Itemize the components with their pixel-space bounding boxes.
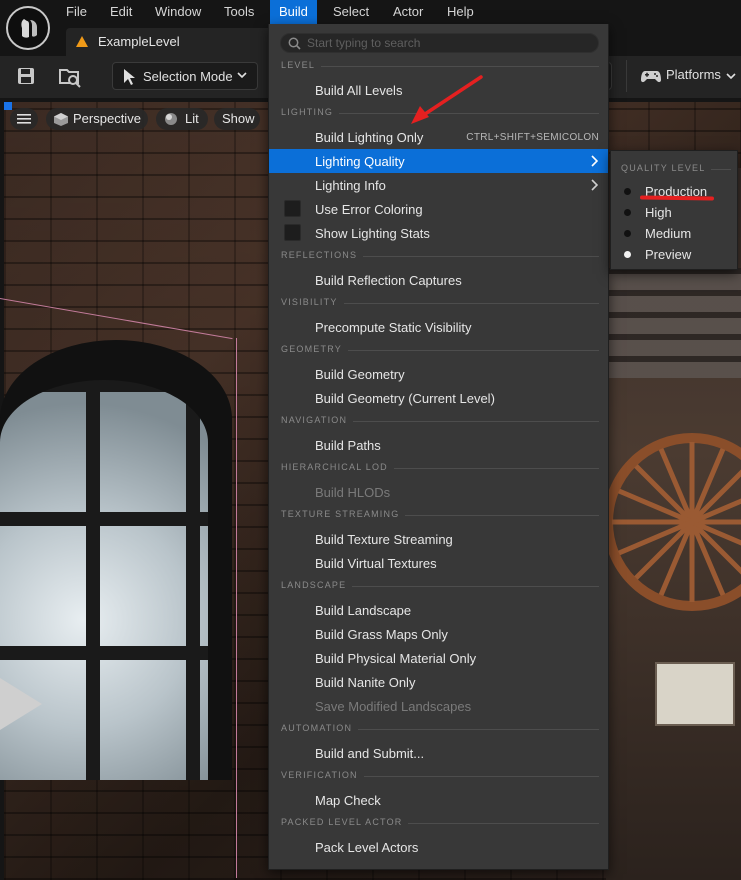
menu-edit[interactable]: Edit bbox=[101, 0, 141, 24]
menu-item-map-check[interactable]: Map Check bbox=[269, 788, 608, 812]
menu-item-lighting-quality[interactable]: Lighting Quality bbox=[269, 149, 608, 173]
hamburger-icon bbox=[17, 114, 31, 124]
menu-select[interactable]: Select bbox=[324, 0, 378, 24]
menu-item-build-landscape[interactable]: Build Landscape bbox=[269, 598, 608, 622]
viewport-focus-marker bbox=[4, 102, 12, 110]
menu-item-show-lighting-stats[interactable]: Show Lighting Stats bbox=[269, 221, 608, 245]
lighting-quality-submenu: QUALITY LEVEL Production High Medium Pre… bbox=[610, 150, 738, 270]
menu-item-build-paths[interactable]: Build Paths bbox=[269, 433, 608, 457]
gamepad-icon bbox=[641, 71, 661, 83]
volume-outline bbox=[236, 338, 237, 878]
radio-dot bbox=[624, 209, 631, 216]
unreal-logo-icon[interactable] bbox=[6, 6, 50, 50]
perspective-button[interactable]: Perspective bbox=[46, 108, 148, 130]
build-menu: LEVEL Build All Levels LIGHTING Build Li… bbox=[268, 24, 609, 870]
menu-item-use-error-coloring[interactable]: Use Error Coloring bbox=[269, 197, 608, 221]
section-hierarchical-lod: HIERARCHICAL LOD bbox=[281, 462, 599, 476]
menu-item-save-modified-landscapes: Save Modified Landscapes bbox=[315, 699, 472, 714]
search-input[interactable] bbox=[307, 35, 587, 51]
perspective-label: Perspective bbox=[73, 111, 141, 126]
menu-item-build-nanite-only[interactable]: Build Nanite Only bbox=[269, 670, 608, 694]
checkbox[interactable] bbox=[284, 224, 301, 241]
sphere-icon bbox=[165, 113, 177, 125]
menu-item-build-virtual-textures[interactable]: Build Virtual Textures bbox=[269, 551, 608, 575]
chevron-right-icon bbox=[591, 179, 598, 191]
menu-build[interactable]: Build bbox=[270, 0, 317, 24]
cursor-icon bbox=[124, 69, 135, 85]
radio-dot-selected bbox=[624, 251, 631, 258]
lit-button[interactable]: Lit bbox=[156, 108, 208, 130]
menu-help[interactable]: Help bbox=[438, 0, 483, 24]
menu-item-build-and-submit[interactable]: Build and Submit... bbox=[269, 741, 608, 765]
section-quality-level: QUALITY LEVEL bbox=[621, 163, 731, 177]
tab-example-level[interactable]: ExampleLevel bbox=[66, 28, 276, 56]
menu-item-build-geometry[interactable]: Build Geometry bbox=[269, 362, 608, 386]
show-button[interactable]: Show bbox=[214, 108, 260, 130]
chevron-down-icon bbox=[237, 72, 247, 79]
menu-item-build-texture-streaming[interactable]: Build Texture Streaming bbox=[269, 527, 608, 551]
menu-item-build-grass-maps-only[interactable]: Build Grass Maps Only bbox=[269, 622, 608, 646]
warning-icon bbox=[76, 36, 88, 47]
save-icon[interactable] bbox=[16, 66, 36, 86]
red-arrow-annotation bbox=[411, 75, 483, 124]
selection-mode-dropdown[interactable]: Selection Mode bbox=[112, 62, 258, 90]
quality-option-preview[interactable]: Preview bbox=[611, 244, 737, 265]
platforms-label: Platforms bbox=[666, 67, 721, 82]
menu-item-build-geometry-current-level[interactable]: Build Geometry (Current Level) bbox=[269, 386, 608, 410]
menu-window[interactable]: Window bbox=[146, 0, 210, 24]
section-landscape: LANDSCAPE bbox=[281, 580, 599, 594]
scene-pipes bbox=[606, 268, 741, 378]
section-texture-streaming: TEXTURE STREAMING bbox=[281, 509, 599, 523]
chevron-right-icon bbox=[591, 155, 598, 167]
lit-label: Lit bbox=[185, 111, 199, 126]
menu-tools[interactable]: Tools bbox=[215, 0, 263, 24]
content-browser-icon[interactable] bbox=[58, 66, 82, 88]
tab-label: ExampleLevel bbox=[98, 34, 180, 49]
platforms-button[interactable]: Platforms bbox=[640, 66, 740, 86]
cube-icon bbox=[54, 113, 68, 126]
radio-dot bbox=[624, 230, 631, 237]
section-reflections: REFLECTIONS bbox=[281, 250, 599, 264]
menu-item-build-lighting-only[interactable]: Build Lighting Only CTRL+SHIFT+SEMICOLON bbox=[269, 125, 608, 149]
checkbox[interactable] bbox=[284, 200, 301, 217]
selection-mode-label: Selection Mode bbox=[143, 69, 233, 84]
search-icon bbox=[288, 37, 301, 50]
menu-item-pack-level-actors[interactable]: Pack Level Actors bbox=[269, 835, 608, 859]
radio-dot bbox=[624, 188, 631, 195]
section-level: LEVEL bbox=[281, 60, 599, 74]
menu-actor[interactable]: Actor bbox=[384, 0, 432, 24]
section-navigation: NAVIGATION bbox=[281, 415, 599, 429]
menu-item-build-reflection-captures[interactable]: Build Reflection Captures bbox=[269, 268, 608, 292]
toolbar-divider bbox=[626, 60, 627, 92]
show-label: Show bbox=[222, 111, 255, 126]
menu-item-build-physical-material-only[interactable]: Build Physical Material Only bbox=[269, 646, 608, 670]
section-visibility: VISIBILITY bbox=[281, 297, 599, 311]
quality-option-medium[interactable]: Medium bbox=[611, 223, 737, 244]
menu-item-build-hlods: Build HLODs bbox=[315, 485, 391, 500]
scene-poster bbox=[655, 662, 735, 726]
viewport-arrow-gizmo[interactable] bbox=[0, 678, 42, 730]
viewport-options-button[interactable] bbox=[10, 108, 38, 130]
section-verification: VERIFICATION bbox=[281, 770, 599, 784]
menu-bar: File Edit Window Tools Build Select Acto… bbox=[0, 0, 741, 24]
wagon-wheel-image bbox=[606, 433, 741, 611]
menu-file[interactable]: File bbox=[57, 0, 96, 24]
menu-item-precompute-static-visibility[interactable]: Precompute Static Visibility bbox=[269, 315, 608, 339]
chevron-down-icon bbox=[726, 73, 736, 80]
menu-search[interactable] bbox=[280, 33, 599, 53]
section-packed-level-actor: PACKED LEVEL ACTOR bbox=[281, 817, 599, 831]
quality-option-high[interactable]: High bbox=[611, 202, 737, 223]
section-automation: AUTOMATION bbox=[281, 723, 599, 737]
menu-item-lighting-info[interactable]: Lighting Info bbox=[269, 173, 608, 197]
section-geometry: GEOMETRY bbox=[281, 344, 599, 358]
shortcut-label: CTRL+SHIFT+SEMICOLON bbox=[466, 132, 599, 143]
